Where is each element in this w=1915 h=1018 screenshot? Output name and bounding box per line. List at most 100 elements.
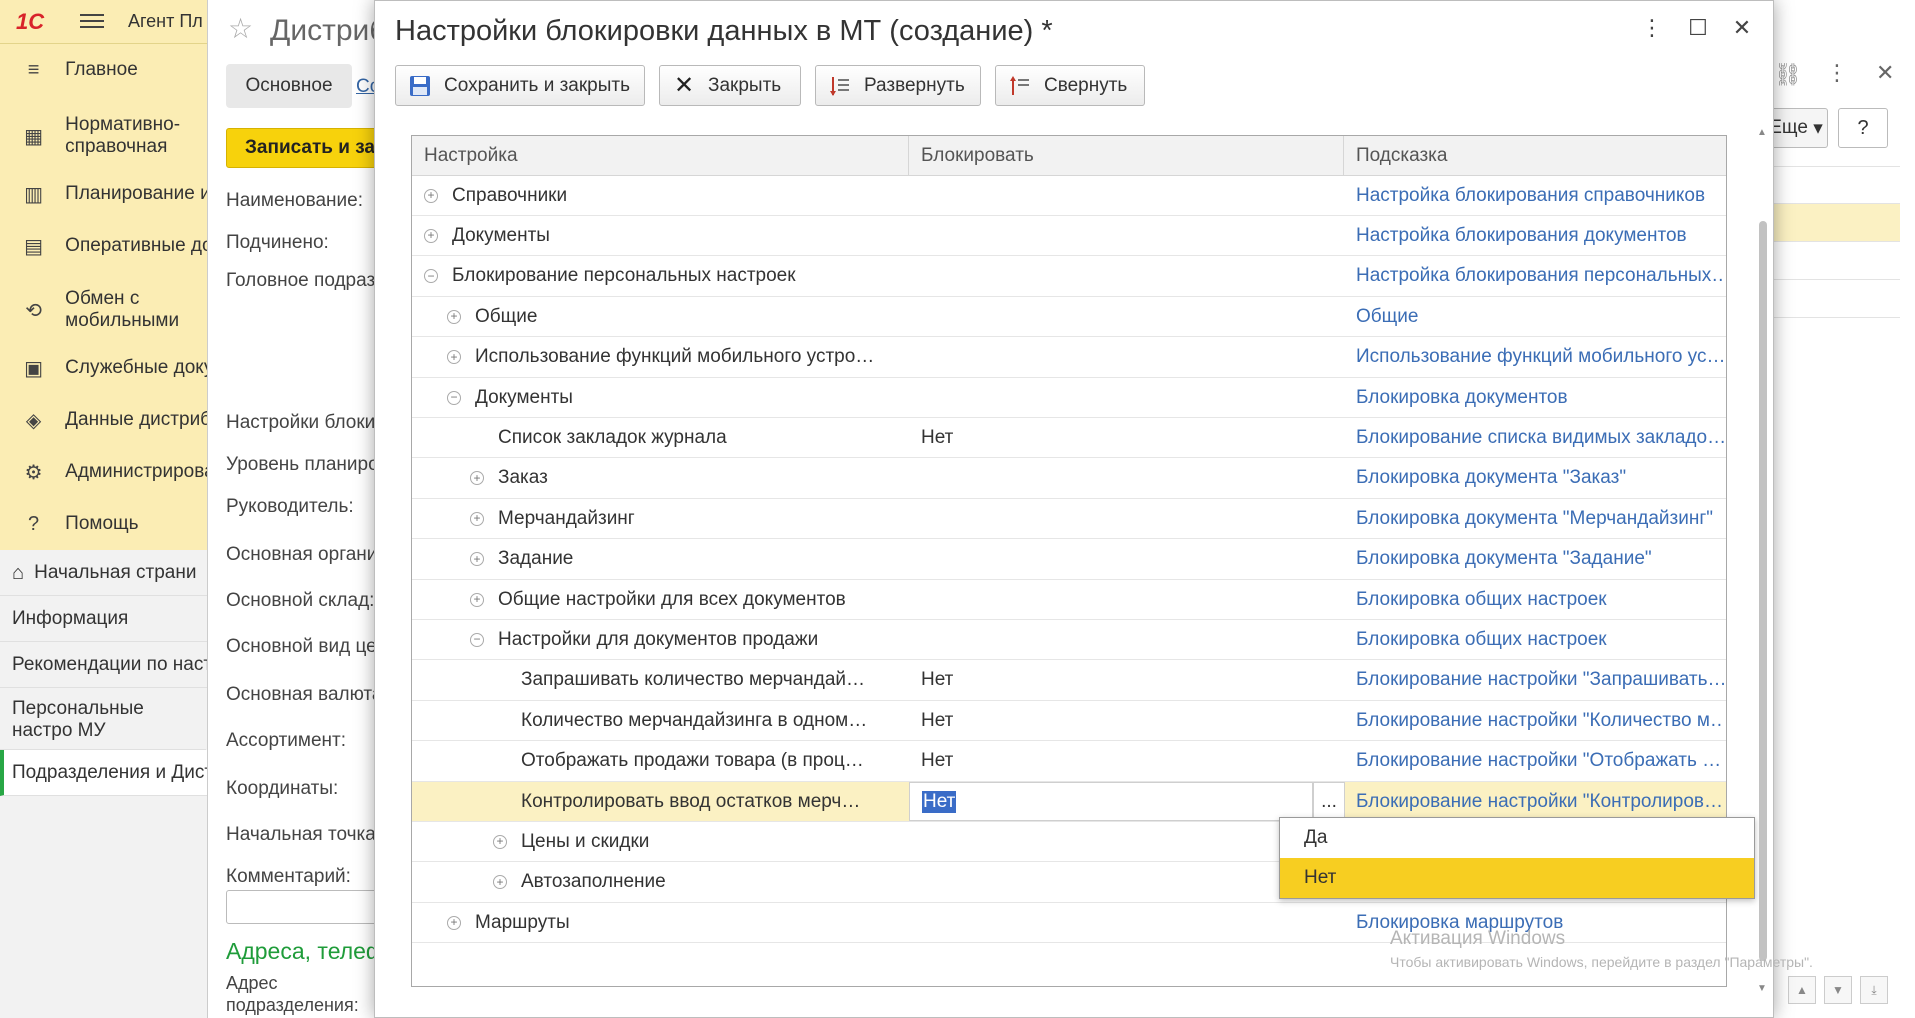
hint-link[interactable]: Блокировка общих настроек xyxy=(1344,620,1724,659)
lock-value-cell[interactable] xyxy=(909,216,921,255)
table-row[interactable]: Отображать продажи товара (в проц… Нет Бло… xyxy=(412,742,1726,782)
lock-value-cell[interactable] xyxy=(909,297,921,336)
column-header-lock[interactable]: Блокировать xyxy=(909,136,1344,176)
expand-node-icon[interactable]: + xyxy=(447,350,461,365)
hamburger-menu-icon[interactable] xyxy=(80,10,104,32)
table-row[interactable]: + Задание Блокировка документа "Задание" xyxy=(412,540,1726,580)
lock-value-cell[interactable] xyxy=(909,176,921,215)
expand-node-icon[interactable]: + xyxy=(447,915,461,930)
table-row[interactable]: Количество мерчандайзинга в одном… Нет Бло… xyxy=(412,701,1726,742)
hint-link[interactable]: Блокирование настройки "Запрашивать… xyxy=(1344,661,1724,700)
sidebar-item-nsi[interactable]: ▦ Нормативно-справочная информация xyxy=(0,110,210,162)
hint-link[interactable]: Блокирование настройки "Количество м… xyxy=(1344,701,1724,740)
sidebar-item-administration[interactable]: ⚙ Администрирова xyxy=(0,454,210,490)
tab-main[interactable]: Основное xyxy=(226,64,352,108)
scroll-up-icon[interactable]: ▲ xyxy=(1788,976,1816,1004)
table-row[interactable] xyxy=(1760,204,1900,242)
scroll-down-arrow-icon[interactable]: ▼ xyxy=(1757,983,1767,994)
table-row[interactable]: + Общие Общие xyxy=(412,297,1726,338)
table-row[interactable]: + Использование функций мобильного устро…… xyxy=(412,338,1726,378)
table-row[interactable]: − Документы Блокировка документов xyxy=(412,378,1726,418)
expand-node-icon[interactable]: + xyxy=(424,188,438,203)
table-row[interactable] xyxy=(1760,280,1900,318)
collapse-node-icon[interactable]: − xyxy=(424,269,438,284)
table-row[interactable]: + Справочники Настройка блокирования справ… xyxy=(412,176,1726,216)
hint-link[interactable]: Блокировка документов xyxy=(1344,378,1724,417)
save-and-close-button[interactable]: Сохранить и закрыть xyxy=(395,65,645,106)
collapse-node-icon[interactable]: − xyxy=(447,390,461,405)
lock-value-cell[interactable] xyxy=(909,863,921,902)
lock-value-cell[interactable] xyxy=(909,822,921,861)
lock-value-cell[interactable] xyxy=(909,338,921,377)
lock-value-cell[interactable]: Нет xyxy=(909,742,953,781)
favorite-star-icon[interactable]: ☆ xyxy=(228,12,253,45)
table-row[interactable]: + Общие настройки для всех документов Блок… xyxy=(412,580,1726,620)
table-row[interactable] xyxy=(1760,242,1900,280)
lock-value-cell[interactable] xyxy=(909,499,921,538)
lock-value-cell[interactable] xyxy=(909,378,921,417)
more-vert-icon[interactable]: ⋮ xyxy=(1826,60,1848,86)
expand-node-icon[interactable]: + xyxy=(493,875,507,890)
lock-value-cell[interactable] xyxy=(909,459,921,498)
lock-value-cell[interactable] xyxy=(909,620,921,659)
open-window-info[interactable]: Информация xyxy=(0,596,210,642)
column-header-setting[interactable]: Настройка xyxy=(412,136,909,176)
table-row[interactable] xyxy=(1760,166,1900,204)
expand-node-icon[interactable]: + xyxy=(447,309,461,324)
table-row[interactable]: Запрашивать количество мерчандай… Нет Блок… xyxy=(412,661,1726,701)
expand-node-icon[interactable]: + xyxy=(424,228,438,243)
lock-value-cell[interactable] xyxy=(909,903,921,942)
hint-link[interactable]: Использование функций мобильного ус… xyxy=(1344,338,1724,377)
expand-node-icon[interactable]: + xyxy=(470,552,484,567)
sidebar-item-planning[interactable]: ▥ Планирование и xyxy=(0,176,210,212)
dropdown-option-yes[interactable]: Да xyxy=(1280,818,1754,858)
lock-value-cell[interactable] xyxy=(909,580,921,619)
open-window-recommendations[interactable]: Рекомендации по наст xyxy=(0,642,210,688)
table-row[interactable]: − Настройки для документов продажи Блокиро… xyxy=(412,620,1726,661)
table-row[interactable]: Список закладок журнала Нет Блокирование с… xyxy=(412,418,1726,459)
expand-node-icon[interactable]: + xyxy=(493,834,507,849)
open-window-departments[interactable]: Подразделения и Дист xyxy=(0,750,210,796)
expand-button[interactable]: Развернуть xyxy=(815,65,981,106)
comment-input[interactable] xyxy=(226,890,386,924)
collapse-node-icon[interactable]: − xyxy=(470,632,484,647)
expand-node-icon[interactable]: + xyxy=(470,592,484,607)
lock-value-cell[interactable] xyxy=(909,540,921,579)
hint-link[interactable]: Настройка блокирования документов xyxy=(1344,216,1724,255)
close-dialog-button[interactable]: ✕ xyxy=(1727,15,1757,41)
hint-link[interactable]: Блокирование настройки "Отображать … xyxy=(1344,742,1724,781)
sidebar-item-distributor-data[interactable]: ◈ Данные дистриб xyxy=(0,402,210,438)
hint-link[interactable]: Настройка блокирования справочников xyxy=(1344,176,1724,215)
more-vert-icon[interactable]: ⋮ xyxy=(1637,15,1667,41)
expand-node-icon[interactable]: + xyxy=(470,471,484,486)
close-icon[interactable]: ✕ xyxy=(1876,60,1894,86)
hint-link[interactable]: Блокировка документа "Заказ" xyxy=(1344,459,1724,498)
hint-link[interactable]: Общие xyxy=(1344,297,1724,336)
scroll-down-icon[interactable]: ▼ xyxy=(1824,976,1852,1004)
choose-value-button[interactable]: ... xyxy=(1313,782,1345,821)
table-row[interactable]: + Документы Настройка блокирования докумен… xyxy=(412,216,1726,257)
hint-link[interactable]: Блокирование настройки "Контролиров… xyxy=(1344,782,1724,821)
table-row[interactable]: + Заказ Блокировка документа "Заказ" xyxy=(412,459,1726,499)
hint-link[interactable]: Настройка блокирования персональных… xyxy=(1344,257,1724,296)
scroll-up-arrow-icon[interactable]: ▲ xyxy=(1757,127,1767,138)
table-row[interactable]: + Мерчандайзинг Блокировка документа "Мерч… xyxy=(412,499,1726,540)
table-row[interactable]: − Блокирование персональных настроек Настр… xyxy=(412,257,1726,297)
sidebar-item-mobile-exchange[interactable]: ⟲ Обмен с мобильными устройствами xyxy=(0,284,210,336)
vertical-scrollbar[interactable]: ▲ ▼ xyxy=(1755,121,1771,1001)
hint-link[interactable]: Блокировка общих настроек xyxy=(1344,580,1724,619)
lock-value-input[interactable]: Нет xyxy=(909,782,1313,821)
sidebar-item-service-docs[interactable]: ▣ Служебные доку xyxy=(0,350,210,386)
table-row[interactable]: Контролировать ввод остатков мерч… Нет...… xyxy=(412,782,1726,822)
lock-value-cell[interactable]: Нет xyxy=(909,701,953,740)
link-icon[interactable]: ⛓ xyxy=(1774,62,1802,88)
sidebar-item-main[interactable]: ≡ Главное xyxy=(0,52,210,88)
scrollbar-thumb[interactable] xyxy=(1759,221,1767,961)
help-button[interactable]: ? xyxy=(1838,108,1888,148)
expand-node-icon[interactable]: + xyxy=(470,511,484,526)
scroll-end-icon[interactable]: ⤓ xyxy=(1860,976,1888,1004)
collapse-button[interactable]: Свернуть xyxy=(995,65,1145,106)
close-button[interactable]: ✕ Закрыть xyxy=(659,65,801,106)
open-window-personal-settings[interactable]: Персональные настро МУ xyxy=(0,688,206,750)
hint-link[interactable]: Блокирование списка видимых закладо… xyxy=(1344,418,1724,457)
